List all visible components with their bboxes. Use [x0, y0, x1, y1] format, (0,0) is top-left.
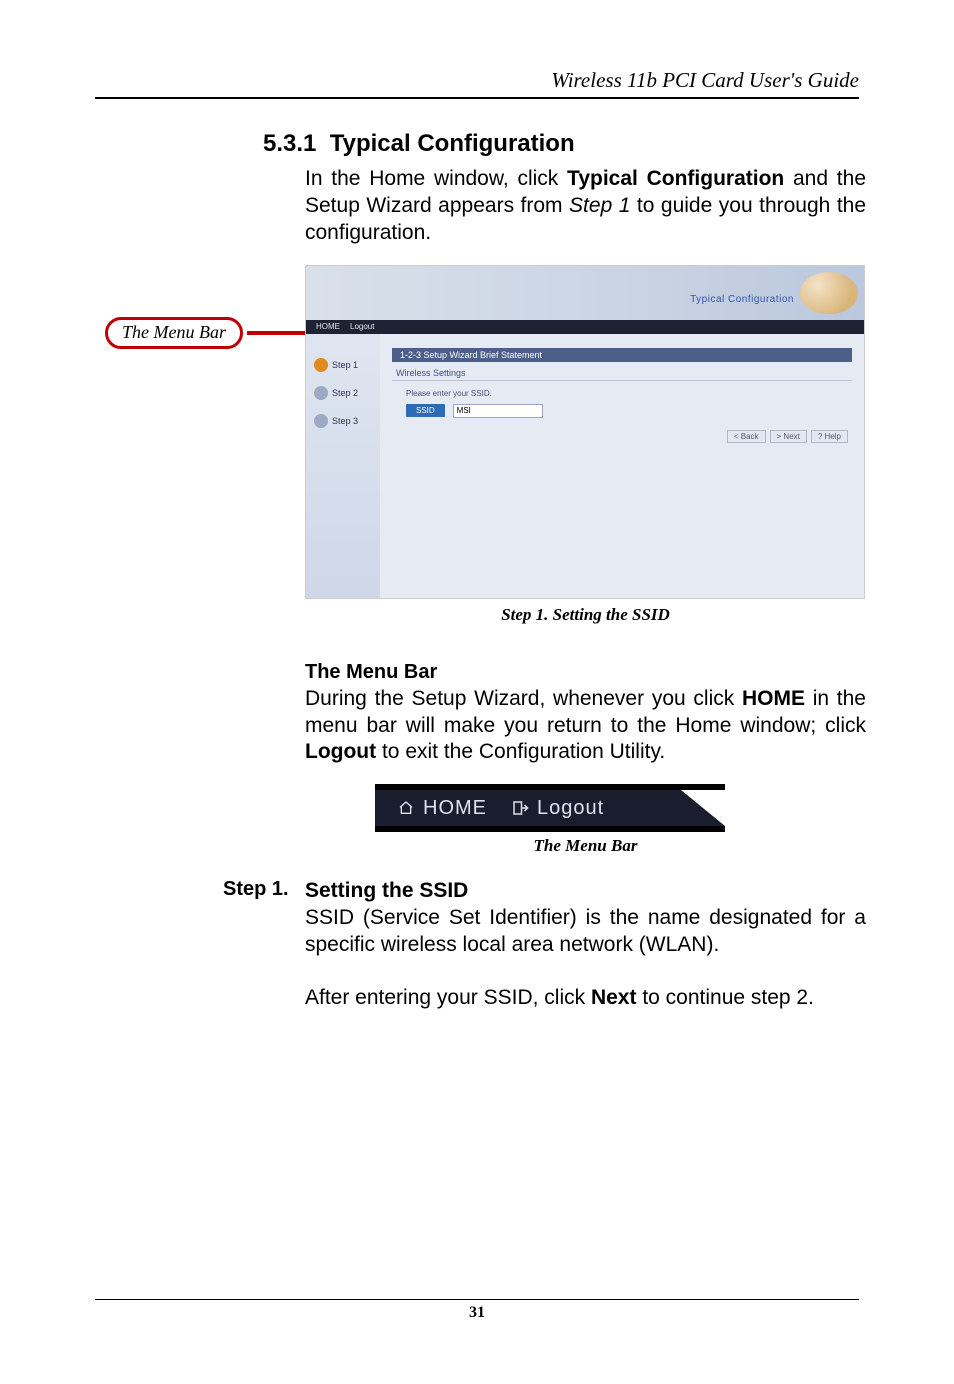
- step-1-p1: SSID (Service Set Identifier) is the nam…: [305, 905, 866, 959]
- menubar-logout-item[interactable]: Logout: [511, 797, 604, 820]
- step-1-body: Setting the SSID SSID (Service Set Ident…: [305, 878, 866, 1012]
- ssid-row: SSID: [406, 404, 852, 418]
- wizard-step-3[interactable]: Step 3: [314, 414, 380, 428]
- field-area: Please enter your SSID. SSID: [392, 381, 852, 418]
- intro-text-ital: Step 1: [569, 194, 630, 217]
- figure-2-caption: The Menu Bar: [305, 836, 866, 856]
- mb-text-bold2: Logout: [305, 740, 376, 763]
- screenshot-menubar: HOME Logout: [306, 320, 864, 334]
- screenshot-body: Step 1 Step 2 Step 3 1-2-3 Setup Wizard …: [306, 334, 864, 598]
- header-rule: [95, 97, 859, 99]
- menubar-home[interactable]: HOME: [316, 322, 340, 331]
- p2-pre: After entering your SSID, click: [305, 986, 591, 1009]
- screenshot-step1: Typical Configuration HOME Logout Step 1…: [305, 265, 865, 599]
- home-icon: [397, 800, 415, 816]
- p2-ital: Next: [591, 986, 637, 1009]
- intro-text-bold: Typical Configuration: [567, 167, 784, 190]
- ssid-badge: SSID: [406, 404, 445, 417]
- footer-rule: [95, 1299, 859, 1300]
- screenshot-banner: Typical Configuration: [306, 266, 864, 320]
- page-header: Wireless 11b PCI Card User's Guide: [95, 68, 859, 99]
- step-1-row: Step 1. Setting the SSID SSID (Service S…: [95, 878, 866, 1012]
- ssid-prompt: Please enter your SSID.: [406, 389, 852, 398]
- intro-text-pre: In the Home window, click: [305, 167, 567, 190]
- p2-ital2: step 2: [751, 986, 808, 1009]
- mb-text-pre: During the Setup Wizard, whenever you cl…: [305, 687, 742, 710]
- menu-bar-callout: The Menu Bar: [105, 317, 243, 349]
- p2-post: .: [808, 986, 814, 1009]
- menu-bar-heading: The Menu Bar: [305, 661, 866, 684]
- step-dot-icon: [314, 386, 328, 400]
- page-footer: 31: [95, 1299, 859, 1322]
- callout-connector: [247, 331, 305, 335]
- step-2-label: Step 2: [332, 388, 358, 398]
- wizard-buttons: < Back > Next ? Help: [727, 430, 848, 443]
- next-button[interactable]: > Next: [770, 430, 807, 443]
- wizard-step-1[interactable]: Step 1: [314, 358, 380, 372]
- section-number: 5.3.1: [263, 130, 316, 157]
- page-number: 31: [95, 1304, 859, 1322]
- menubar-home-item[interactable]: HOME: [397, 797, 487, 820]
- panel-title: 1-2-3 Setup Wizard Brief Statement: [392, 348, 852, 362]
- subpanel-title: Wireless Settings: [392, 366, 852, 381]
- menubar-logout[interactable]: Logout: [350, 322, 374, 331]
- menubar-logout-label: Logout: [537, 797, 604, 820]
- menu-bar-text: During the Setup Wizard, whenever you cl…: [305, 686, 866, 767]
- menubar-home-label: HOME: [423, 797, 487, 820]
- menubar-image: HOME Logout: [375, 784, 725, 832]
- step-dot-icon: [314, 414, 328, 428]
- section-heading: 5.3.1 Typical Configuration: [263, 130, 866, 158]
- running-header: Wireless 11b PCI Card User's Guide: [95, 68, 859, 93]
- wizard-steps: Step 1 Step 2 Step 3: [306, 334, 380, 598]
- menubar-inner: HOME Logout: [375, 790, 725, 826]
- figure-1-wrap: The Menu Bar Typical Configuration HOME …: [95, 265, 866, 625]
- step-1-label: Step 1.: [223, 878, 305, 1012]
- help-button[interactable]: ? Help: [811, 430, 848, 443]
- menubar-figure: HOME Logout: [375, 784, 866, 832]
- mb-text-bold1: HOME: [742, 687, 805, 710]
- document-page: Wireless 11b PCI Card User's Guide 5.3.1…: [0, 0, 954, 1384]
- figure-1-caption: Step 1. Setting the SSID: [305, 605, 866, 625]
- section-intro: In the Home window, click Typical Config…: [305, 166, 866, 247]
- logout-icon: [511, 799, 529, 817]
- p2-mid: to continue: [636, 986, 750, 1009]
- step-1-p2: After entering your SSID, click Next to …: [305, 985, 866, 1012]
- back-button[interactable]: < Back: [727, 430, 766, 443]
- page-content: 5.3.1 Typical Configuration In the Home …: [95, 130, 866, 1012]
- menubar-triangle-decor: [681, 790, 725, 826]
- step-1-heading: Setting the SSID: [305, 879, 468, 902]
- mb-text-post: to exit the Configuration Utility.: [376, 740, 665, 763]
- banner-image: [800, 272, 858, 314]
- wizard-step-2[interactable]: Step 2: [314, 386, 380, 400]
- step-3-label: Step 3: [332, 416, 358, 426]
- step-dot-icon: [314, 358, 328, 372]
- ssid-input[interactable]: [453, 404, 543, 418]
- banner-title: Typical Configuration: [690, 294, 794, 305]
- step-1-label: Step 1: [332, 360, 358, 370]
- section-title: Typical Configuration: [330, 130, 575, 157]
- wizard-main: 1-2-3 Setup Wizard Brief Statement Wirel…: [380, 334, 864, 598]
